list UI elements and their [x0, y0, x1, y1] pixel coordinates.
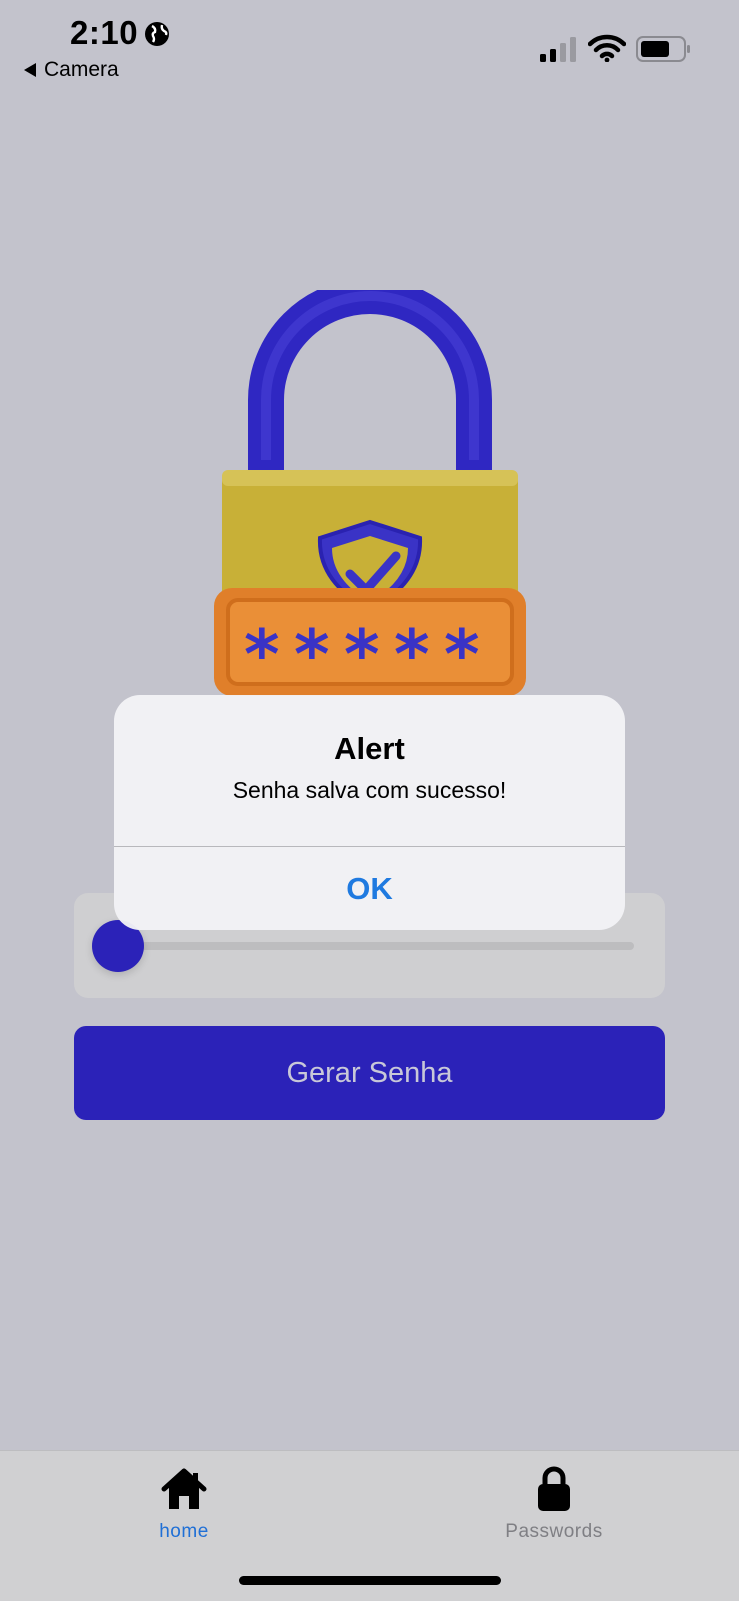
slider-track[interactable]	[118, 942, 634, 950]
svg-text:*: *	[294, 616, 330, 695]
back-label: Camera	[44, 58, 119, 81]
status-bar: 2:10 Camera	[0, 0, 739, 90]
svg-text:*: *	[394, 616, 430, 695]
lock-icon	[538, 1466, 570, 1511]
alert-message: Senha salva com sucesso!	[232, 777, 507, 803]
tab-passwords-label: Passwords	[505, 1521, 603, 1542]
wifi-icon	[588, 34, 626, 62]
back-arrow-icon	[24, 63, 36, 77]
back-to-camera[interactable]: Camera	[24, 58, 119, 82]
padlock-illustration: * * * * *	[214, 290, 526, 696]
tab-home-label: home	[159, 1521, 209, 1542]
generate-password-button[interactable]: Gerar Senha	[74, 1026, 665, 1120]
tab-passwords[interactable]: Passwords	[454, 1461, 654, 1561]
svg-text:*: *	[344, 616, 380, 695]
signal-icon	[540, 37, 576, 62]
battery-icon	[636, 36, 690, 62]
home-icon	[161, 1468, 207, 1509]
alert-ok-button[interactable]: OK	[114, 847, 625, 930]
tab-home[interactable]: home	[84, 1461, 284, 1561]
status-time: 2:10	[70, 14, 139, 51]
globe-icon	[145, 22, 169, 46]
home-indicator[interactable]	[239, 1576, 501, 1585]
svg-text:*: *	[444, 616, 480, 695]
alert-title: Alert	[334, 731, 405, 766]
alert-dialog: Alert Senha salva com sucesso! OK	[114, 695, 625, 930]
svg-text:*: *	[244, 616, 280, 695]
